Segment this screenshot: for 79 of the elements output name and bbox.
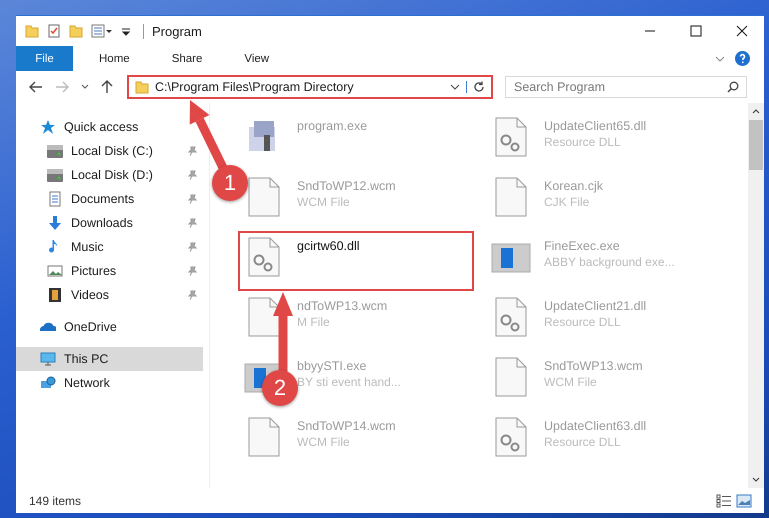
- sidebar-item[interactable]: Local Disk (C:): [16, 139, 203, 163]
- file-type: ABBY background exe...: [544, 255, 675, 269]
- downloads-icon: [47, 215, 63, 231]
- sidebar-item[interactable]: Music: [16, 235, 203, 259]
- sidebar-item[interactable]: Pictures: [16, 259, 203, 283]
- refresh-icon[interactable]: [466, 81, 485, 93]
- file-name: program.exe: [297, 119, 368, 133]
- file-name: ndToWP13.wcm: [297, 299, 388, 313]
- file-type: Resource DLL: [544, 315, 622, 329]
- sidebar-item[interactable]: Downloads: [16, 211, 203, 235]
- pin-icon[interactable]: [188, 290, 197, 300]
- file-name: SndToWP12.wcm: [297, 179, 396, 193]
- file-type: Resource DLL: [544, 135, 622, 149]
- item-count: 149 items: [29, 494, 82, 508]
- back-arrow-icon[interactable]: [29, 81, 43, 93]
- address-path: C:\Program Files\Program Directory: [155, 80, 355, 94]
- ribbon-tab[interactable]: File: [16, 46, 73, 71]
- pin-icon[interactable]: [188, 218, 197, 228]
- disk-icon: [47, 143, 63, 159]
- ribbon-tab[interactable]: Home: [83, 46, 146, 71]
- pin-icon[interactable]: [188, 170, 197, 180]
- window-title: Program: [143, 24, 202, 38]
- pin-icon[interactable]: [188, 266, 197, 276]
- view-options-icon[interactable]: [91, 24, 113, 38]
- chevron-icon[interactable]: [715, 54, 725, 62]
- sidebar-item[interactable]: This PC: [16, 347, 203, 371]
- dropdown-caret-icon[interactable]: [450, 84, 460, 90]
- disk-icon: [47, 167, 63, 183]
- up-arrow-icon[interactable]: [101, 80, 113, 94]
- file-name: SndToWP13.wcm: [544, 359, 643, 373]
- help-icon[interactable]: [735, 51, 750, 66]
- properties-icon[interactable]: [47, 24, 61, 38]
- pc-icon: [40, 351, 56, 367]
- documents-icon: [47, 191, 63, 207]
- folder-icon: [135, 80, 149, 94]
- pictures-icon: [47, 263, 63, 279]
- sidebar-item[interactable]: Network: [16, 371, 116, 395]
- search-icon: [727, 81, 739, 93]
- ribbon-tab[interactable]: Share: [156, 46, 218, 71]
- sidebar-item[interactable]: Documents: [16, 187, 203, 211]
- file-type: M File: [297, 315, 331, 329]
- file-type: WCM File: [544, 375, 598, 389]
- file-name: Korean.cjk: [544, 179, 604, 193]
- sidebar-item[interactable]: Quick access: [16, 115, 144, 139]
- network-icon: [40, 375, 56, 391]
- sidebar-item[interactable]: Videos: [16, 283, 203, 307]
- file-name: UpdateClient21.dll: [544, 299, 646, 313]
- scroll-thumb[interactable]: [749, 120, 763, 170]
- file-type: WCM File: [297, 435, 351, 449]
- file-name: UpdateClient65.dll: [544, 119, 646, 133]
- address-bar[interactable]: C:\Program Files\Program Directory: [127, 75, 493, 99]
- file-name: FineExec.exe: [544, 239, 621, 253]
- maximize-icon[interactable]: [690, 25, 702, 37]
- pin-icon[interactable]: [188, 242, 197, 252]
- highlighted-file-item[interactable]: gcirtw60.dll: [238, 231, 474, 291]
- recent-dropdown-icon[interactable]: [81, 84, 89, 90]
- details-view-icon[interactable]: [716, 494, 732, 508]
- cloud-icon: [40, 322, 56, 332]
- videos-icon: [47, 287, 63, 303]
- file-type: BY sti event hand...: [297, 375, 401, 389]
- close-icon[interactable]: [736, 25, 748, 37]
- star-icon: [40, 119, 56, 135]
- sidebar-item[interactable]: OneDrive: [16, 315, 123, 339]
- scroll-up-icon[interactable]: [752, 108, 760, 114]
- scrollbar[interactable]: [748, 103, 764, 488]
- large-icons-view-icon[interactable]: [736, 494, 752, 508]
- sidebar-item[interactable]: Local Disk (D:): [16, 163, 203, 187]
- file-type: Resource DLL: [544, 435, 622, 449]
- pin-icon[interactable]: [188, 146, 197, 156]
- file-name: SndToWP14.wcm: [297, 419, 396, 433]
- pin-icon[interactable]: [188, 194, 197, 204]
- file-name: gcirtw60.dll: [297, 239, 360, 253]
- file-type: WCM File: [297, 195, 351, 209]
- file-name: bbyySTI.exe: [297, 359, 368, 373]
- ribbon-tab[interactable]: View: [228, 46, 286, 71]
- file-name: UpdateClient63.dll: [544, 419, 646, 433]
- search-field[interactable]: Search Program: [505, 76, 747, 98]
- scroll-down-icon[interactable]: [752, 477, 760, 483]
- file-type: CJK File: [544, 195, 590, 209]
